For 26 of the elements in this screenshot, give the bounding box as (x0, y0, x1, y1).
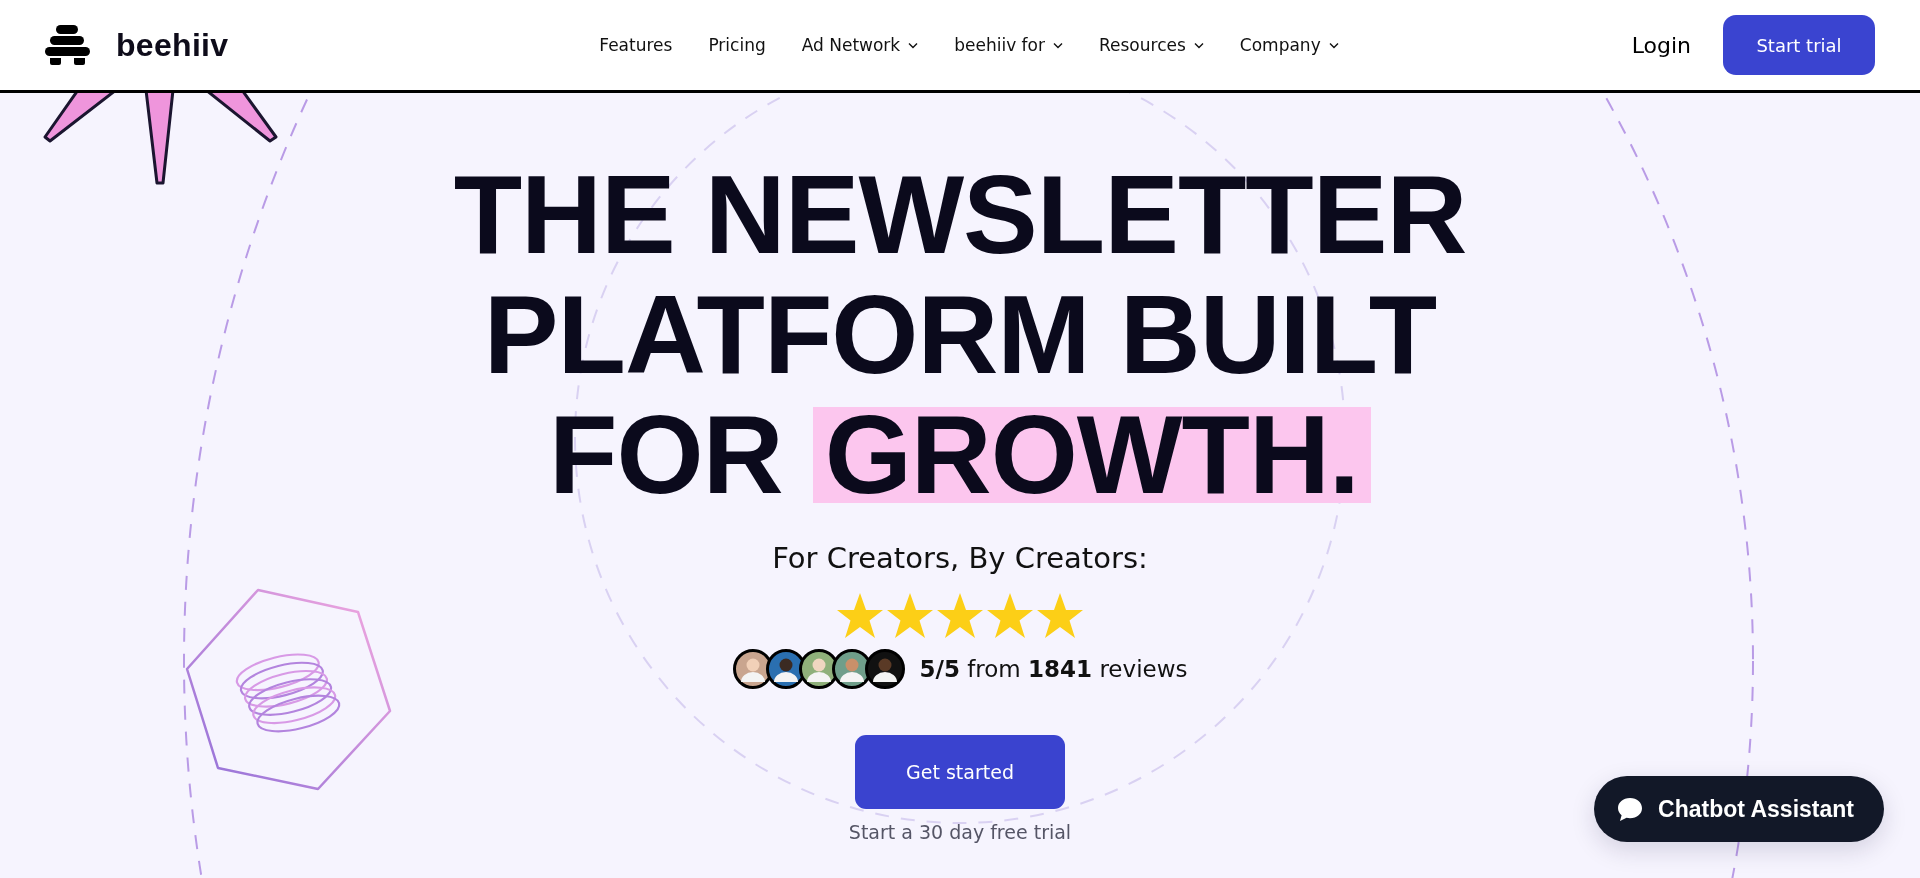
star-icon (835, 591, 885, 639)
trial-note: Start a 30 day free trial (848, 821, 1072, 843)
star-icon (935, 591, 985, 639)
star-icon (1035, 591, 1085, 639)
star-icon (985, 591, 1035, 639)
star-icon (885, 591, 935, 639)
start-trial-button[interactable]: Start trial (1723, 15, 1875, 75)
login-link[interactable]: Login (1631, 32, 1691, 58)
chevron-down-icon (1193, 41, 1204, 49)
logo-text[interactable]: beehiiv (116, 26, 229, 64)
get-started-button[interactable]: Get started (855, 735, 1065, 809)
chevron-down-icon (908, 41, 919, 49)
chatbot-button[interactable]: Chatbot Assistant (1594, 776, 1884, 842)
chevron-down-icon (1053, 41, 1063, 49)
headline: THE NEWSLETTER PLATFORM BUILT FOR GROWTH. (453, 155, 1467, 515)
nav-link[interactable]: Pricing (708, 35, 766, 55)
nav-link[interactable]: Company (1239, 35, 1339, 55)
speech-bubble-icon (1616, 795, 1645, 823)
nav-link[interactable]: Resources (1099, 35, 1204, 55)
chevron-down-icon (1328, 41, 1339, 49)
nav-link[interactable]: Features (599, 35, 673, 55)
beehive-logo-icon (45, 25, 90, 65)
tagline: For Creators, By Creators: (772, 541, 1148, 575)
nav-link[interactable]: beehiiv for (954, 35, 1063, 55)
rating-text: 5/5 from 1841 reviews (919, 656, 1188, 682)
nav-link[interactable]: Ad Network (801, 35, 919, 55)
